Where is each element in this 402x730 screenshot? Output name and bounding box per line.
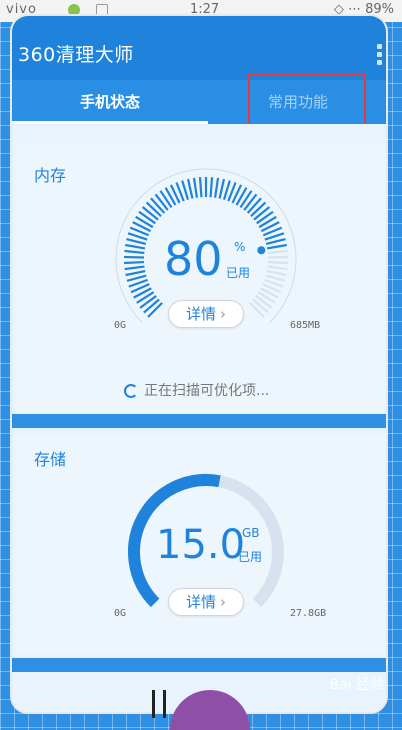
memory-gauge-tick (147, 202, 161, 216)
memory-gauge-tick (127, 276, 146, 281)
storage-used-label: 已用 (238, 548, 262, 565)
app-window: 360清理大师 手机状态 常用功能 内存 80 % 已用 0G 685MB 详情… (10, 14, 388, 714)
storage-title: 存储 (34, 446, 66, 470)
memory-gauge-tick (126, 271, 146, 275)
memory-gauge-tick (268, 251, 288, 253)
memory-gauge-tick (250, 303, 264, 317)
memory-gauge-tick (253, 299, 268, 312)
memory-gauge-tick (151, 198, 164, 213)
main-content: 内存 80 % 已用 0G 685MB 详情› 正在扫描可优化项... 存储 1… (12, 124, 386, 714)
memory-gauge-tick (200, 177, 201, 197)
memory-gauge-tick (268, 262, 288, 263)
memory-gauge-tick (256, 296, 272, 308)
app-logo: 360清理大师 (18, 40, 134, 67)
memory-gauge-tick (148, 303, 162, 317)
app-header: 360清理大师 (12, 16, 386, 80)
memory-detail-label: 详情 (186, 305, 216, 323)
scan-status: 正在扫描可优化项... (124, 380, 269, 400)
memory-used-label: 已用 (226, 264, 250, 281)
section-divider (12, 658, 386, 672)
overflow-menu-icon[interactable] (377, 44, 382, 68)
watermark-logo: Bai 经验 (329, 674, 384, 694)
memory-gauge-tick (267, 271, 287, 275)
memory-gauge-tick (268, 267, 288, 269)
tab-phone-status[interactable]: 手机状态 (12, 80, 208, 124)
section-divider (12, 414, 386, 428)
storage-min-label: 0G (114, 608, 126, 619)
memory-gauge-tick (143, 207, 158, 220)
memory-card: 内存 80 % 已用 0G 685MB 详情› 正在扫描可优化项... (16, 144, 386, 412)
scan-text: 正在扫描可优化项... (144, 383, 269, 399)
memory-gauge-tick (251, 202, 265, 216)
memory-gauge-tick (215, 178, 218, 198)
memory-gauge-tick (144, 299, 159, 312)
memory-max-label: 685MB (290, 320, 320, 331)
memory-gauge-tick (244, 194, 256, 210)
memory-gauge-tick (126, 239, 145, 244)
memory-gauge-tick (211, 177, 212, 197)
storage-card: 存储 15.0 GB 已用 0G 27.8GB 详情› (16, 434, 386, 654)
memory-gauge-tick (248, 198, 261, 213)
storage-detail-label: 详情 (186, 593, 216, 611)
memory-gauge-tick (156, 194, 168, 210)
storage-value: 15.0 (156, 522, 245, 568)
memory-title: 内存 (34, 162, 66, 186)
chevron-right-icon: › (220, 305, 226, 323)
memory-gauge-tick (267, 245, 287, 248)
memory-gauge-pointer (257, 246, 265, 254)
memory-detail-button[interactable]: 详情› (168, 300, 244, 328)
memory-gauge-tick (125, 245, 145, 248)
memory-gauge-tick (140, 296, 156, 308)
memory-gauge-tick (266, 239, 285, 244)
memory-gauge-tick (188, 179, 192, 199)
storage-max-label: 27.8GB (290, 608, 326, 619)
overlay-bars-icon (152, 690, 166, 718)
storage-detail-button[interactable]: 详情› (168, 588, 244, 616)
memory-gauge-tick (257, 212, 273, 224)
chevron-right-icon: › (220, 593, 226, 611)
memory-min-label: 0G (114, 320, 126, 331)
memory-gauge-tick (124, 251, 144, 253)
memory-gauge-tick (125, 267, 145, 269)
memory-gauge-tick (124, 262, 144, 263)
memory-gauge-tick (254, 207, 269, 220)
storage-unit: GB (242, 526, 260, 540)
memory-gauge-tick (266, 276, 285, 281)
memory-gauge-tick (194, 178, 197, 198)
memory-percent-value: 80 (164, 232, 223, 286)
memory-percent-sign: % (234, 240, 245, 254)
memory-gauge-tick (139, 212, 155, 224)
memory-gauge-tick (220, 179, 224, 199)
loading-spinner-icon (124, 384, 138, 398)
